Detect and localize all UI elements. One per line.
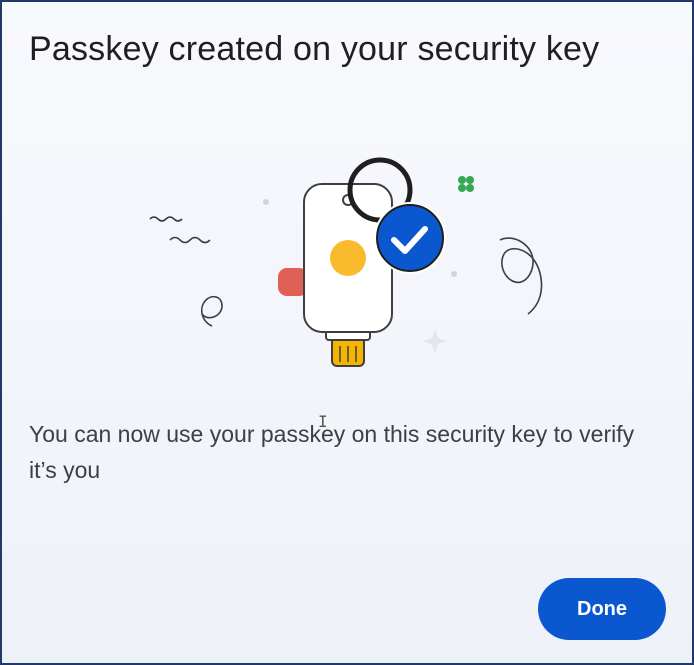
key-touch-dot [330,240,366,276]
done-button[interactable]: Done [538,578,666,640]
loop-left [200,295,223,327]
dialog-message: You can now use your passkey on this sec… [29,421,635,483]
squiggle-left-bottom [169,236,211,244]
dot-1 [263,199,269,205]
sparkle-icon [423,329,447,353]
dot-2 [451,271,457,277]
dialog-title: Passkey created on your security key [29,30,600,68]
squiggle-right [499,237,543,315]
check-badge-icon [374,202,446,274]
security-key-illustration [149,157,543,367]
passkey-dialog: Passkey created on your security key You… [0,0,694,665]
squiggle-left-top [149,216,183,222]
text-cursor-icon: I [318,412,328,431]
clover-icon [458,176,474,192]
